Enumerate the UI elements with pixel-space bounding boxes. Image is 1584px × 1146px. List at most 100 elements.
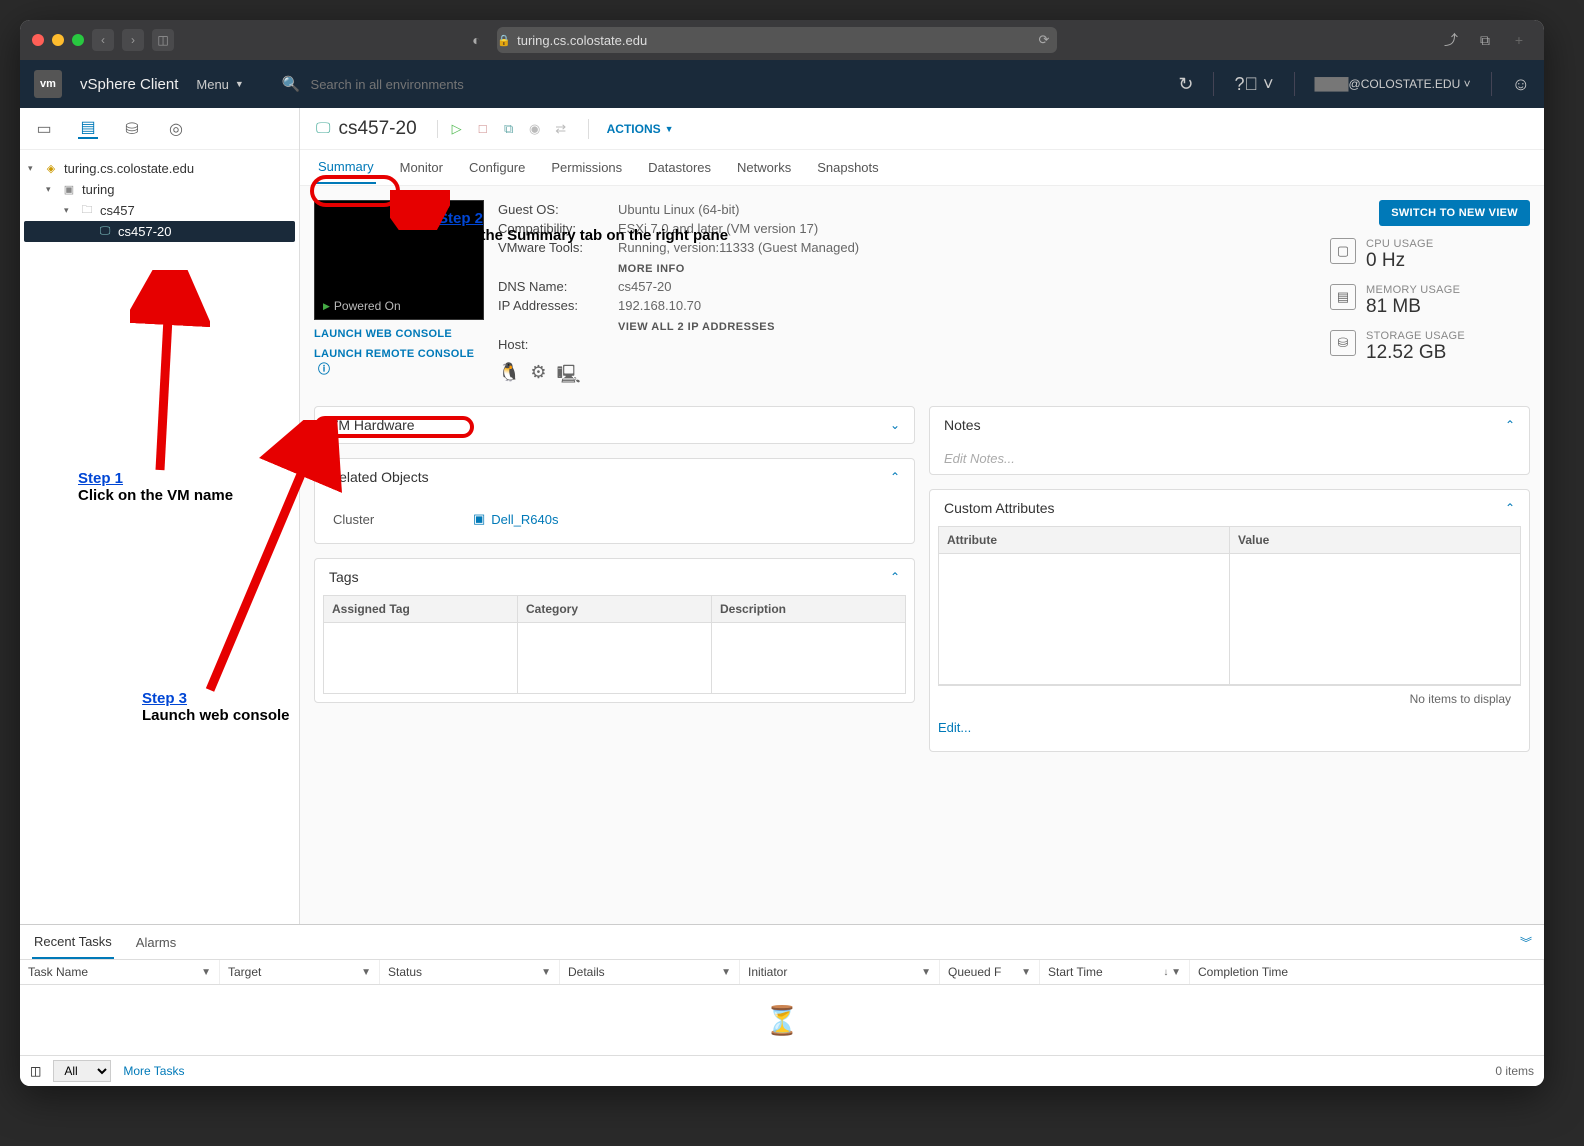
sidebar-toggle-icon[interactable]: ◫ bbox=[152, 29, 174, 51]
tasks-columns: Task Name▼ Target▼ Status▼ Details▼ Init… bbox=[20, 959, 1544, 985]
filter-icon[interactable]: ▼ bbox=[361, 967, 371, 978]
help-icon[interactable]: ?⃝ ˅ bbox=[1234, 74, 1273, 95]
cluster-icon: ▣ bbox=[473, 511, 485, 527]
forward-button[interactable]: › bbox=[122, 29, 144, 51]
actions-dropdown[interactable]: ACTIONS ▼ bbox=[607, 122, 674, 136]
edit-attributes-link[interactable]: Edit... bbox=[938, 712, 1521, 743]
chevron-down-icon: ▼ bbox=[235, 79, 244, 89]
filter-icon[interactable]: ↓ ▼ bbox=[1163, 967, 1181, 978]
inventory-sidebar: ▭ ▤ ⛁ ◎ ▾ ◈ turing.cs.colostate.edu ▾ ▣ … bbox=[20, 108, 300, 924]
tree-folder[interactable]: ▾ 🗀 cs457 bbox=[24, 200, 295, 221]
new-tab-icon[interactable]: + bbox=[1506, 27, 1532, 53]
chevron-up-icon: ⌃ bbox=[1505, 418, 1515, 432]
search-icon: 🔍 bbox=[282, 75, 301, 93]
power-off-icon[interactable]: □ bbox=[474, 120, 492, 138]
columns-toggle-icon[interactable]: ◫ bbox=[30, 1064, 41, 1078]
snapshot-icon[interactable]: ◉ bbox=[526, 120, 544, 138]
tabs-icon[interactable]: ⧉ bbox=[1472, 27, 1498, 53]
chevron-down-icon: ▼ bbox=[665, 124, 674, 134]
no-items-label: No items to display bbox=[938, 685, 1521, 712]
page-title: 🖵 cs457-20 bbox=[316, 118, 417, 140]
info-icon[interactable]: ⓘ bbox=[318, 362, 330, 376]
search-input[interactable] bbox=[311, 77, 611, 92]
chevron-up-icon: ⌃ bbox=[890, 570, 900, 584]
network-view-icon[interactable]: ◎ bbox=[166, 119, 186, 139]
tab-recent-tasks[interactable]: Recent Tasks bbox=[32, 926, 114, 959]
filter-select[interactable]: All bbox=[53, 1060, 111, 1082]
tab-snapshots[interactable]: Snapshots bbox=[815, 152, 880, 183]
vms-view-icon[interactable]: ▤ bbox=[78, 119, 98, 139]
refresh-icon[interactable]: ↻ bbox=[1178, 74, 1193, 95]
app-header: vm vSphere Client Menu ▼ 🔍 ↻ ?⃝ ˅ ████@C… bbox=[20, 60, 1544, 108]
window-controls[interactable] bbox=[32, 34, 84, 46]
notes-header[interactable]: Notes ⌃ bbox=[930, 407, 1529, 443]
hosts-view-icon[interactable]: ▭ bbox=[34, 119, 54, 139]
filter-icon[interactable]: ▼ bbox=[1021, 967, 1031, 978]
tree-vcenter[interactable]: ▾ ◈ turing.cs.colostate.edu bbox=[24, 158, 295, 179]
tab-configure[interactable]: Configure bbox=[467, 152, 527, 183]
funnel-icon: ⏳ bbox=[765, 1004, 800, 1037]
vm-hardware-header[interactable]: VM Hardware ⌄ bbox=[315, 407, 914, 443]
tab-summary[interactable]: Summary bbox=[316, 151, 376, 184]
vm-info: Guest OS:Ubuntu Linux (64-bit) Compatibi… bbox=[498, 200, 1316, 392]
refresh-icon[interactable]: ⟳ bbox=[1039, 32, 1050, 48]
items-count: 0 items bbox=[1495, 1064, 1534, 1078]
tab-permissions[interactable]: Permissions bbox=[549, 152, 624, 183]
notes-placeholder[interactable]: Edit Notes... bbox=[930, 443, 1529, 474]
migrate-icon[interactable]: ⇄ bbox=[552, 120, 570, 138]
tab-datastores[interactable]: Datastores bbox=[646, 152, 713, 183]
caret-down-icon: ▾ bbox=[28, 163, 38, 174]
more-tasks-link[interactable]: More Tasks bbox=[123, 1064, 184, 1078]
address-bar[interactable]: 🔒 turing.cs.colostate.edu ⟳ bbox=[497, 27, 1057, 53]
vm-hardware-card: VM Hardware ⌄ bbox=[314, 406, 915, 444]
dns-value: cs457-20 bbox=[618, 279, 671, 294]
tags-header[interactable]: Tags ⌃ bbox=[315, 559, 914, 595]
user-menu[interactable]: ████@COLOSTATE.EDU ˅ bbox=[1315, 77, 1471, 91]
chevron-up-icon: ⌃ bbox=[890, 470, 900, 484]
tab-monitor[interactable]: Monitor bbox=[398, 152, 445, 183]
launch-remote-console-link[interactable]: LAUNCH REMOTE CONSOLE ⓘ bbox=[314, 348, 484, 377]
tab-networks[interactable]: Networks bbox=[735, 152, 793, 183]
tab-alarms[interactable]: Alarms bbox=[134, 927, 178, 958]
minimize-icon[interactable] bbox=[52, 34, 64, 46]
tree-datacenter[interactable]: ▾ ▣ turing bbox=[24, 179, 295, 200]
filter-icon[interactable]: ▼ bbox=[921, 967, 931, 978]
shield-icon[interactable]: ◐ bbox=[463, 27, 489, 53]
view-all-ips-link[interactable]: VIEW ALL 2 IP ADDRESSES bbox=[618, 321, 775, 333]
cluster-link[interactable]: ▣ Dell_R640s bbox=[473, 511, 559, 527]
menu-dropdown[interactable]: Menu ▼ bbox=[196, 77, 243, 92]
storage-view-icon[interactable]: ⛁ bbox=[122, 119, 142, 139]
compat-value: ESXi 7.0 and later (VM version 17) bbox=[618, 221, 818, 236]
inventory-tree: ▾ ◈ turing.cs.colostate.edu ▾ ▣ turing ▾… bbox=[20, 150, 299, 250]
power-on-icon[interactable]: ▷ bbox=[448, 120, 466, 138]
switch-view-button[interactable]: SWITCH TO NEW VIEW bbox=[1379, 200, 1530, 226]
custom-attr-header[interactable]: Custom Attributes ⌃ bbox=[930, 490, 1529, 526]
suspend-icon[interactable]: ⧉ bbox=[500, 120, 518, 138]
vm-icon: 🖵 bbox=[316, 120, 330, 137]
console-thumbnail[interactable]: ▶ Powered On bbox=[314, 200, 484, 320]
share-icon[interactable]: ⤴ bbox=[1438, 27, 1464, 53]
related-objects-card: Related Objects ⌃ Cluster ▣ Dell_R640s bbox=[314, 458, 915, 544]
lock-icon: 🔒 bbox=[497, 34, 511, 47]
close-icon[interactable] bbox=[32, 34, 44, 46]
maximize-icon[interactable] bbox=[72, 34, 84, 46]
tree-vm-selected[interactable]: 🖵 cs457-20 bbox=[24, 221, 295, 242]
more-info-link[interactable]: MORE INFO bbox=[618, 263, 685, 275]
collapse-panel-icon[interactable]: ︾ bbox=[1520, 934, 1532, 951]
smiley-icon[interactable]: ☺ bbox=[1512, 74, 1530, 95]
memory-icon: ▤ bbox=[1330, 284, 1356, 310]
storage-icon: ⛁ bbox=[1330, 330, 1356, 356]
filter-icon[interactable]: ▼ bbox=[541, 967, 551, 978]
folder-icon: 🗀 bbox=[80, 204, 94, 218]
memory-usage: ▤ MEMORY USAGE81 MB bbox=[1330, 284, 1530, 318]
devices-icon: 🖳 bbox=[557, 362, 581, 392]
custom-attr-table: Attribute Value bbox=[938, 526, 1521, 685]
related-objects-header[interactable]: Related Objects ⌃ bbox=[315, 459, 914, 495]
back-button[interactable]: ‹ bbox=[92, 29, 114, 51]
url-text: turing.cs.colostate.edu bbox=[517, 33, 647, 48]
power-state: ▶ Powered On bbox=[323, 299, 401, 313]
filter-icon[interactable]: ▼ bbox=[721, 967, 731, 978]
launch-web-console-link[interactable]: LAUNCH WEB CONSOLE bbox=[314, 328, 484, 340]
filter-icon[interactable]: ▼ bbox=[201, 967, 211, 978]
tags-card: Tags ⌃ Assigned Tag Category Description bbox=[314, 558, 915, 703]
